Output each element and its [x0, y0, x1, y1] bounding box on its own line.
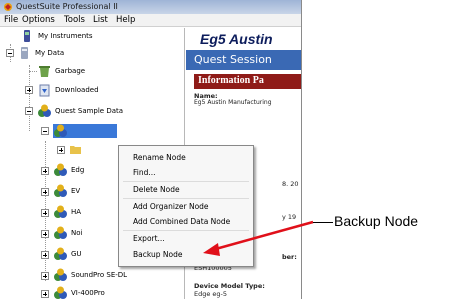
- callout-leader-line: [313, 222, 333, 223]
- callout-arrow-icon: [203, 220, 314, 256]
- callout-label: Backup Node: [334, 213, 419, 229]
